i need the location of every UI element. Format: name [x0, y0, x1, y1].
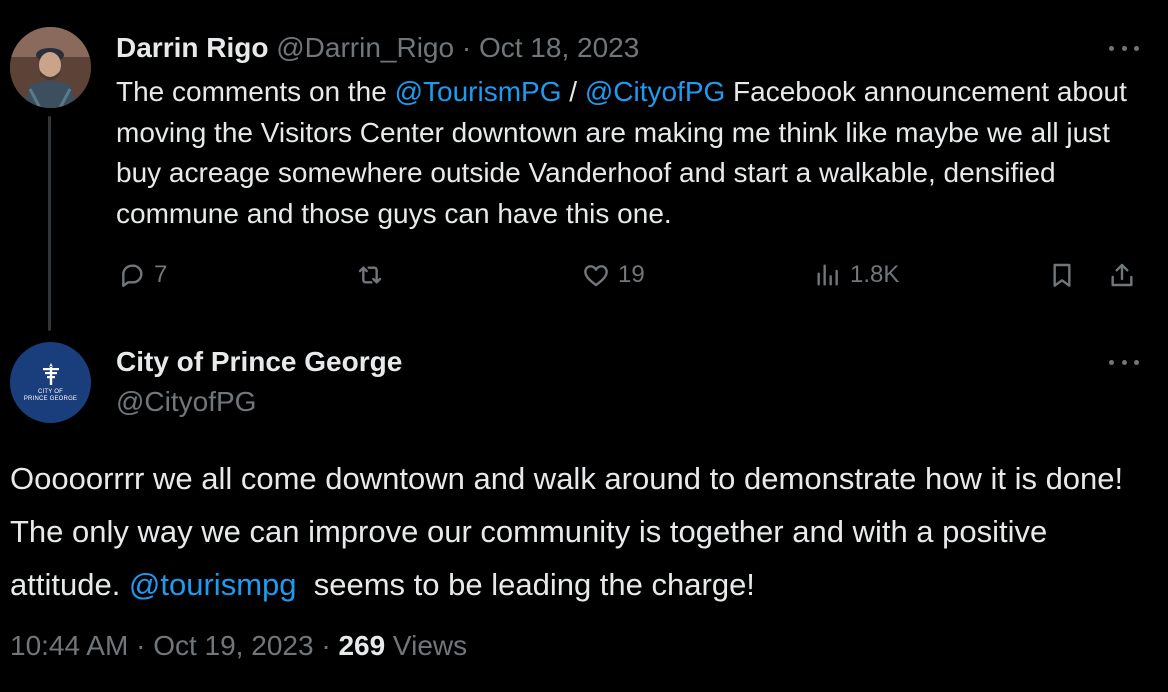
tweet1-action-bar: 7 19 1.8K — [0, 254, 1168, 296]
reply-count: 7 — [154, 261, 168, 288]
tweet2-separator: · — [128, 630, 154, 661]
avatar-city-of-prince-george[interactable]: CITY OF PRINCE GEORGE — [10, 342, 91, 423]
mention-tourismpg-lower[interactable]: @tourismpg — [129, 567, 297, 602]
avatar-photo-icon — [10, 27, 91, 108]
retweet-icon — [358, 266, 382, 284]
bookmark-icon — [1053, 263, 1071, 287]
tweet2-separator: · — [313, 630, 339, 661]
mention-tourismpg[interactable]: @TourismPG — [395, 76, 562, 107]
reply-icon — [122, 264, 143, 287]
tweet2-date[interactable]: Oct 19, 2023 — [153, 630, 313, 661]
mention-cityofpg[interactable]: @CityofPG — [585, 76, 725, 107]
logo-text-line1: CITY OF — [38, 389, 63, 395]
tweet1-body: The comments on the @TourismPG / @Cityof… — [116, 72, 1156, 234]
bookmark-button[interactable] — [1046, 254, 1078, 296]
tweet-thread: Darrin Rigo @Darrin_Rigo · Oct 18, 2023 … — [0, 0, 1168, 692]
tweet2-more-options-icon[interactable] — [1109, 357, 1139, 367]
tweet1-body-text: The comments on the — [116, 76, 395, 107]
tweet2-handle[interactable]: @CityofPG — [116, 384, 256, 420]
share-button[interactable] — [1106, 254, 1138, 296]
tweet2-body: Ooooorrrr we all come downtown and walk … — [10, 452, 1150, 611]
tweet2-body-text: seems to be leading the charge! — [296, 567, 755, 602]
tweet1-separator: · — [454, 32, 479, 63]
tweet1-date[interactable]: Oct 18, 2023 — [479, 32, 639, 63]
retweet-button[interactable] — [354, 254, 386, 296]
like-count: 19 — [618, 261, 645, 288]
tweet2-author-name[interactable]: City of Prince George — [116, 344, 402, 380]
reply-button[interactable]: 7 — [116, 254, 167, 296]
tweet2-time[interactable]: 10:44 AM — [10, 630, 128, 661]
tweet2-metadata: 10:44 AM · Oct 19, 2023 · 269 Views — [10, 628, 467, 664]
logo-text-line2: PRINCE GEORGE — [23, 396, 78, 402]
like-button[interactable]: 19 — [580, 254, 645, 296]
tweet1-more-options-icon[interactable] — [1109, 43, 1139, 53]
tweet1-header: Darrin Rigo @Darrin_Rigo · Oct 18, 2023 — [116, 30, 639, 66]
tweet1-handle[interactable]: @Darrin_Rigo — [276, 32, 454, 63]
views-button[interactable]: 1.8K — [812, 254, 899, 296]
share-icon — [1111, 263, 1133, 287]
view-count: 1.8K — [850, 261, 900, 288]
heart-icon — [584, 265, 608, 287]
tweet1-body-text: / — [561, 76, 585, 107]
thread-connector-line — [48, 116, 51, 331]
city-logo-icon — [42, 363, 59, 385]
tweet1-author-name[interactable]: Darrin Rigo — [116, 32, 268, 63]
tweet2-views-count: 269 — [338, 630, 386, 661]
analytics-icon — [817, 264, 838, 286]
avatar-darrin-rigo[interactable] — [10, 27, 91, 108]
tweet2-views-label: Views — [385, 630, 468, 661]
